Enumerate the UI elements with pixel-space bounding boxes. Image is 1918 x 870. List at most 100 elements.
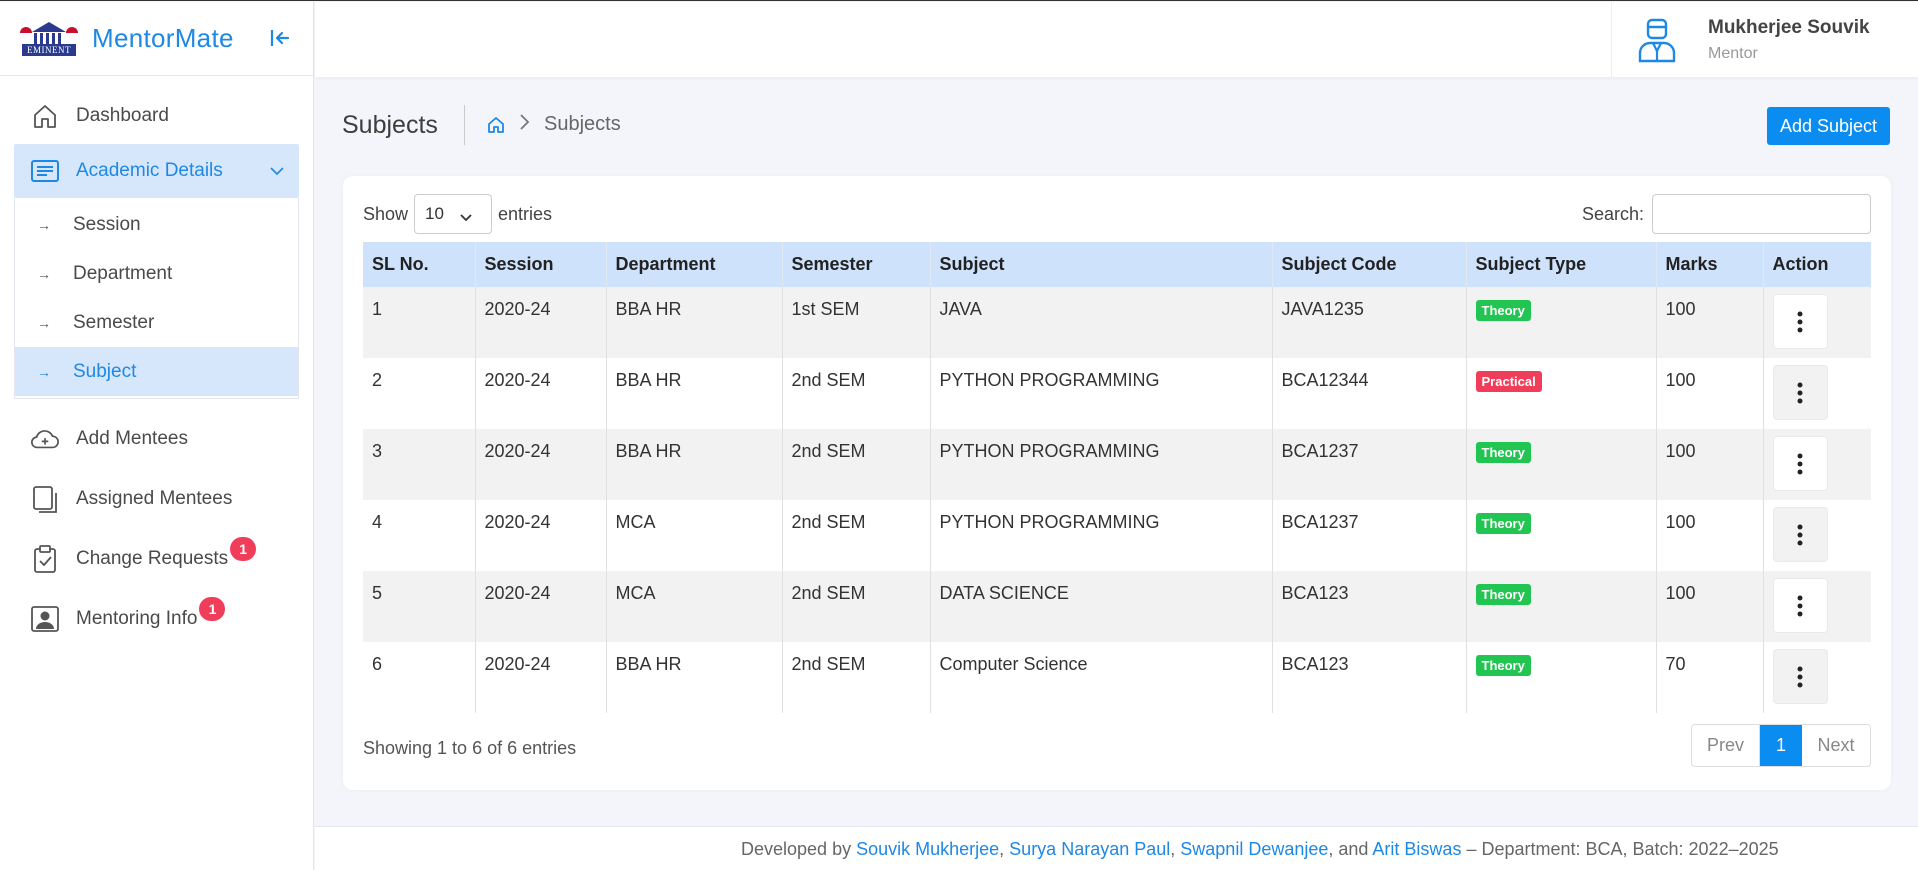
cell-session: 2020-24 xyxy=(475,571,607,642)
cell-semester: 2nd SEM xyxy=(782,500,931,571)
sidebar: EMINENT MentorMate Dashboard Academic De… xyxy=(0,2,314,870)
user-profile[interactable]: Mukherjee Souvik Mentor xyxy=(1611,2,1918,77)
table-row: 3 2020-24 BBA HR 2nd SEM PYTHON PROGRAMM… xyxy=(363,429,1871,500)
sidebar-item-add-mentees[interactable]: Add Mentees xyxy=(14,409,299,469)
cell-subject-type: Theory xyxy=(1466,571,1657,642)
column-header[interactable]: SL No. xyxy=(363,242,476,287)
sidebar-item-change-requests[interactable]: Change Requests 1 xyxy=(14,529,299,589)
cell-session: 2020-24 xyxy=(475,287,607,358)
developer-link[interactable]: Souvik Mukherjee xyxy=(856,839,999,859)
sidebar-item-label: Mentoring Info xyxy=(76,608,198,629)
sidebar-item-label: Semester xyxy=(73,311,155,333)
cell-department: BBA HR xyxy=(606,429,783,500)
column-header[interactable]: Semester xyxy=(782,242,931,287)
breadcrumb-current: Subjects xyxy=(544,113,621,135)
sidebar-item-label: Dashboard xyxy=(76,105,169,126)
cell-subject-type: Theory xyxy=(1466,642,1657,713)
cell-subject-code: BCA1237 xyxy=(1272,429,1467,500)
cell-department: BBA HR xyxy=(606,358,783,429)
cell-subject-type: Theory xyxy=(1466,287,1657,358)
sidebar-item-semester[interactable]: → Semester xyxy=(15,298,298,347)
collapse-sidebar-icon[interactable] xyxy=(268,26,292,50)
cell-session: 2020-24 xyxy=(475,500,607,571)
brand: EMINENT MentorMate xyxy=(0,2,313,76)
sidebar-item-assigned-mentees[interactable]: Assigned Mentees xyxy=(14,469,299,529)
cell-semester: 1st SEM xyxy=(782,287,931,358)
column-header[interactable]: Subject Type xyxy=(1466,242,1657,287)
cell-subject: JAVA xyxy=(930,287,1273,358)
sidebar-item-academic-details[interactable]: Academic Details xyxy=(14,144,299,198)
cell-action xyxy=(1763,500,1871,571)
column-header[interactable]: Department xyxy=(606,242,783,287)
more-options-button[interactable] xyxy=(1772,649,1828,704)
footer-suffix: – Department: BCA, Batch: 2022–2025 xyxy=(1461,839,1779,859)
cell-department: MCA xyxy=(606,500,783,571)
cell-marks: 100 xyxy=(1656,287,1764,358)
developer-link[interactable]: Arit Biswas xyxy=(1372,839,1461,859)
show-label: Show xyxy=(363,203,409,224)
kebab-menu-icon xyxy=(1797,524,1803,545)
cell-marks: 100 xyxy=(1656,500,1764,571)
column-header[interactable]: Marks xyxy=(1656,242,1764,287)
next-page-button[interactable]: Next xyxy=(1802,725,1870,766)
user-name: Mukherjee Souvik xyxy=(1708,16,1870,38)
cell-subject: PYTHON PROGRAMMING xyxy=(930,358,1273,429)
entries-label: entries xyxy=(498,203,553,224)
title-divider xyxy=(464,105,465,145)
table-row: 5 2020-24 MCA 2nd SEM DATA SCIENCE BCA12… xyxy=(363,571,1871,642)
arrow-right-icon: → xyxy=(37,363,51,380)
cell-marks: 100 xyxy=(1656,571,1764,642)
table-row: 2 2020-24 BBA HR 2nd SEM PYTHON PROGRAMM… xyxy=(363,358,1871,429)
column-header[interactable]: Subject xyxy=(930,242,1273,287)
more-options-button[interactable] xyxy=(1772,578,1828,633)
cell-semester: 2nd SEM xyxy=(782,358,931,429)
developer-link[interactable]: Surya Narayan Paul xyxy=(1009,839,1170,859)
add-subject-button[interactable]: Add Subject xyxy=(1767,107,1890,145)
table-info: Showing 1 to 6 of 6 entries xyxy=(363,738,577,758)
cell-sl: 2 xyxy=(363,358,476,429)
sidebar-item-department[interactable]: → Department xyxy=(15,249,298,298)
arrow-right-icon: → xyxy=(37,265,51,282)
cell-subject: PYTHON PROGRAMMING xyxy=(930,500,1273,571)
column-header[interactable]: Action xyxy=(1763,242,1871,287)
sidebar-item-subject[interactable]: → Subject xyxy=(15,347,298,396)
page-1-button[interactable]: 1 xyxy=(1760,725,1802,766)
cell-department: BBA HR xyxy=(606,287,783,358)
cell-semester: 2nd SEM xyxy=(782,571,931,642)
table-row: 1 2020-24 BBA HR 1st SEM JAVA JAVA1235 T… xyxy=(363,287,1871,358)
footer-prefix: Developed by xyxy=(741,839,857,859)
subject-type-badge: Theory xyxy=(1475,584,1531,605)
cell-subject-code: JAVA1235 xyxy=(1272,287,1467,358)
sidebar-item-dashboard[interactable]: Dashboard xyxy=(14,88,299,144)
institution-logo: EMINENT xyxy=(20,21,78,56)
more-options-button[interactable] xyxy=(1772,436,1828,491)
more-options-button[interactable] xyxy=(1772,507,1828,562)
arrow-right-icon: → xyxy=(37,314,51,331)
cell-semester: 2nd SEM xyxy=(782,642,931,713)
entries-select[interactable]: 10 xyxy=(414,194,493,234)
pagination: Prev 1 Next xyxy=(1691,724,1871,767)
more-options-button[interactable] xyxy=(1772,365,1828,420)
home-icon[interactable] xyxy=(486,115,506,135)
search-input[interactable] xyxy=(1652,194,1871,234)
cloud-add-icon xyxy=(30,424,60,454)
column-header[interactable]: Subject Code xyxy=(1272,242,1467,287)
sidebar-item-session[interactable]: → Session xyxy=(15,200,298,249)
topbar: Mukherjee Souvik Mentor xyxy=(315,2,1918,77)
prev-page-button[interactable]: Prev xyxy=(1692,725,1760,766)
footer-sep: , xyxy=(999,839,1010,859)
sidebar-item-mentoring-info[interactable]: Mentoring Info 1 xyxy=(14,589,299,649)
sidebar-item-label: Assigned Mentees xyxy=(76,488,233,509)
app-name[interactable]: MentorMate xyxy=(92,23,234,54)
cell-action xyxy=(1763,287,1871,358)
user-role: Mentor xyxy=(1708,44,1758,62)
developer-link[interactable]: Swapnil Dewanjee xyxy=(1180,839,1328,859)
column-header[interactable]: Session xyxy=(475,242,607,287)
kebab-menu-icon xyxy=(1797,382,1803,403)
cell-department: BBA HR xyxy=(606,642,783,713)
sidebar-item-label: Add Mentees xyxy=(76,428,188,449)
sidebar-item-label: Session xyxy=(73,213,141,235)
search-label: Search: xyxy=(1581,203,1644,224)
subject-type-badge: Practical xyxy=(1475,371,1542,392)
more-options-button[interactable] xyxy=(1772,294,1828,349)
